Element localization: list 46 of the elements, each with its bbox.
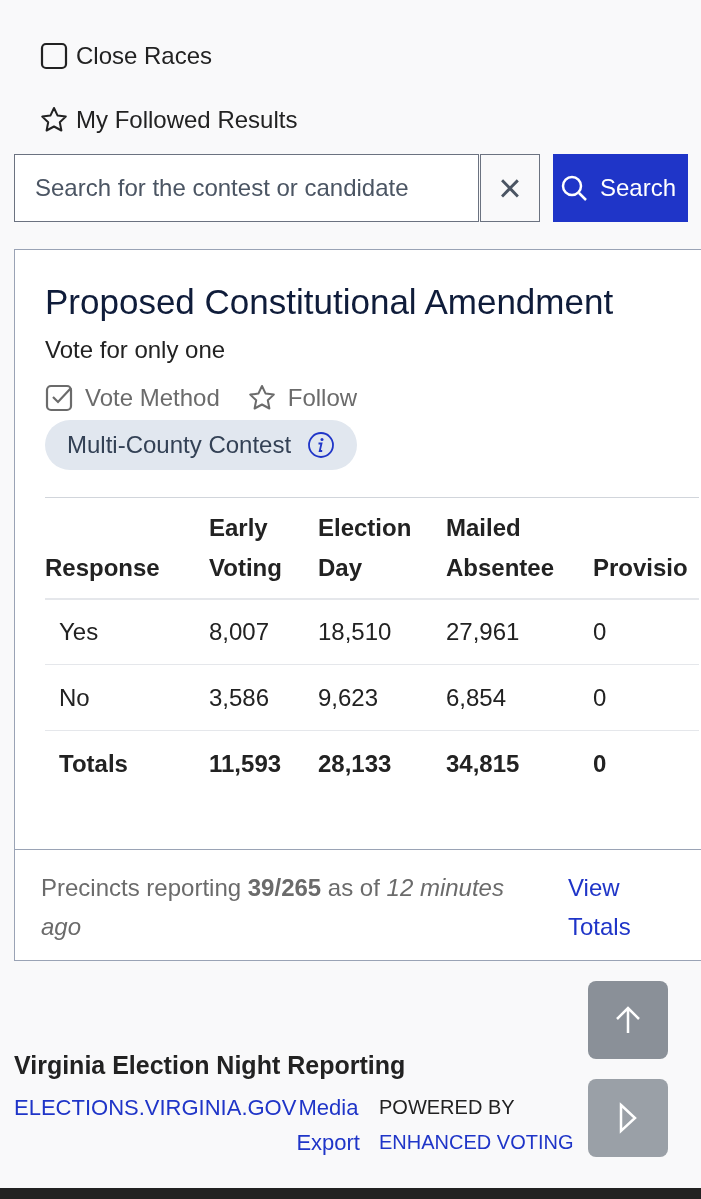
table-cell: 0 — [579, 598, 699, 665]
filter-label[interactable]: Close Races — [76, 38, 213, 74]
table-cell: 28,133 — [304, 730, 432, 797]
view-totals-link[interactable]: View Totals — [568, 867, 648, 946]
table-cell: 9,623 — [304, 664, 432, 731]
column-header: Election Day — [304, 497, 432, 599]
table-cell: Yes — [45, 598, 195, 665]
column-header: Early Voting — [195, 497, 304, 599]
table-cell: 18,510 — [304, 598, 432, 665]
footer-title: Virginia Election Night Reporting — [14, 1049, 407, 1081]
column-header: Provisio — [579, 497, 699, 599]
filter-label[interactable]: My Followed Results — [76, 102, 298, 138]
checked-checkbox-icon[interactable] — [45, 383, 73, 412]
scroll-top-button[interactable] — [588, 981, 668, 1059]
play-icon — [618, 1102, 638, 1134]
search-field[interactable]: Search for the contest or candidate — [14, 154, 479, 222]
clear-button[interactable]: × — [480, 154, 540, 222]
enhanced-voting-link[interactable]: ENHANCED VOTING — [379, 1125, 574, 1161]
table-cell: 11,593 — [195, 730, 304, 797]
search-icon — [560, 174, 588, 202]
checkbox-icon[interactable] — [40, 42, 68, 70]
column-header: Response — [45, 497, 195, 599]
star-icon[interactable] — [40, 106, 68, 134]
table-cell: 3,586 — [195, 664, 304, 731]
table-cell: 8,007 — [195, 598, 304, 665]
contest-title: Proposed Constitutional Amendment — [45, 281, 615, 323]
footer-link[interactable]: ELECTIONS.VIRGINIA.GOV — [14, 1090, 297, 1161]
precincts-status: Precincts reporting 39/265 as of 12 minutes ago — [41, 872, 505, 942]
contest-subtitle: Vote for only one — [45, 334, 227, 365]
table-cell: Totals — [45, 730, 195, 797]
table-cell: 34,815 — [432, 730, 579, 797]
column-header: Mailed Absentee — [432, 497, 579, 599]
action-label[interactable]: Vote Method — [85, 379, 220, 416]
up-arrow-icon — [615, 1005, 641, 1035]
table-cell: 0 — [579, 664, 699, 731]
info-icon[interactable] — [307, 430, 336, 459]
action-label[interactable]: Follow — [287, 379, 358, 416]
multi-county-badge: Multi-County Contest — [45, 419, 358, 470]
table-cell: 0 — [579, 730, 699, 797]
search-button[interactable]: Search — [553, 154, 688, 222]
table-cell: 6,854 — [432, 664, 579, 731]
footer-link[interactable]: Media Export — [296, 1090, 359, 1161]
table-cell: No — [45, 664, 195, 731]
table-cell: 27,961 — [432, 598, 579, 665]
star-icon[interactable] — [247, 383, 276, 412]
powered-by-text: POWERED BY — [379, 1095, 515, 1121]
